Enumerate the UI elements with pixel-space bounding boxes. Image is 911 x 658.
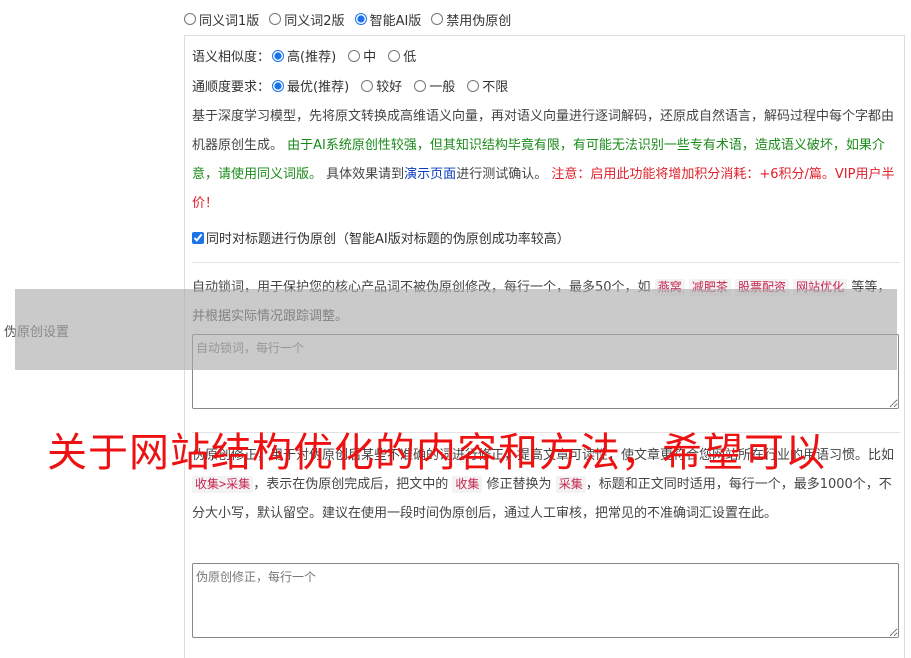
ai-description: 基于深度学习模型，先将原文转换成高维语义向量，再对语义向量进行逐词解码，还原成自… (192, 109, 895, 211)
fluency-normal[interactable]: 一般 (414, 76, 455, 95)
similarity-radio-mid[interactable] (348, 49, 361, 62)
mode-option-synonym2[interactable]: 同义词2版 (269, 10, 345, 29)
mode-option-disable[interactable]: 禁用伪原创 (431, 10, 511, 29)
similarity-high[interactable]: 高(推荐) (272, 46, 336, 65)
fluency-radio-good[interactable] (361, 79, 374, 92)
similarity-radio-low[interactable] (388, 49, 401, 62)
divider (192, 262, 900, 263)
mode-radio-ai[interactable] (354, 13, 367, 25)
fluency-row: 通顺度要求： 最优(推荐) 较好 一般 不限 (192, 76, 508, 95)
title-rewrite-option[interactable]: 同时对标题进行伪原创（智能AI版对标题的伪原创成功率较高） (192, 228, 570, 247)
similarity-mid[interactable]: 中 (348, 46, 376, 65)
correction-input[interactable] (192, 563, 899, 638)
fluency-label: 通顺度要求： (192, 80, 271, 95)
similarity-radio-high[interactable] (272, 49, 285, 62)
fluency-good[interactable]: 较好 (361, 76, 402, 95)
fluency-radio-best[interactable] (272, 79, 285, 92)
similarity-low[interactable]: 低 (388, 46, 416, 65)
correction-rule-example: 收集>采集 (192, 476, 254, 493)
correction-word-to: 采集 (555, 476, 586, 493)
similarity-label: 语义相似度： (192, 50, 271, 65)
mode-selector: 同义词1版 同义词2版 智能AI版 禁用伪原创 (184, 9, 511, 29)
title-rewrite-checkbox[interactable] (192, 231, 204, 244)
fluency-radio-normal[interactable] (414, 79, 427, 92)
fluency-radio-any[interactable] (467, 79, 480, 92)
mode-radio-disable[interactable] (431, 13, 444, 25)
gray-overlay-band (15, 289, 897, 370)
demo-page-link[interactable]: 演示页面 (404, 167, 456, 182)
similarity-row: 语义相似度： 高(推荐) 中 低 (192, 46, 416, 65)
mode-radio-synonym1[interactable] (184, 13, 196, 25)
mode-option-ai[interactable]: 智能AI版 (354, 10, 421, 29)
mode-option-synonym1[interactable]: 同义词1版 (184, 10, 259, 29)
fluency-best[interactable]: 最优(推荐) (272, 76, 349, 95)
mode-radio-synonym2[interactable] (269, 13, 282, 25)
overlay-caption: 关于网站结构优化的内容和方法，希望可以 (47, 430, 826, 476)
fluency-any[interactable]: 不限 (467, 76, 508, 95)
correction-word-from: 收集 (452, 476, 483, 493)
